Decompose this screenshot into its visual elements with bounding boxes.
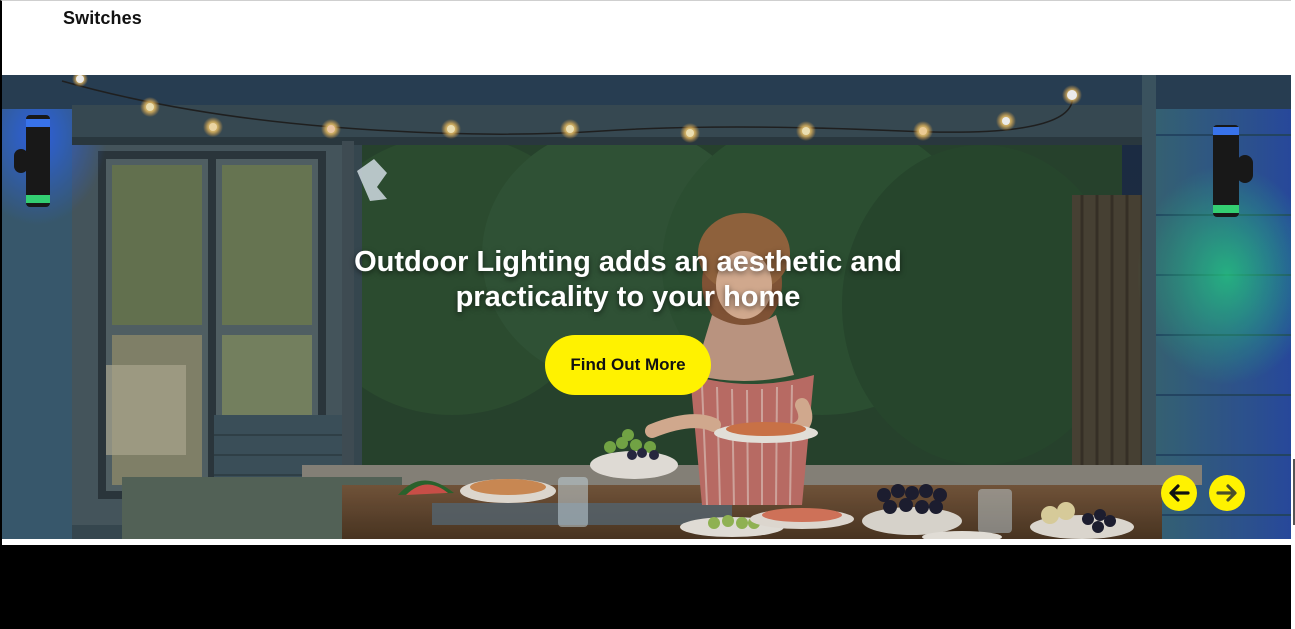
- nav-item-switches[interactable]: Switches: [63, 8, 142, 29]
- hero-headline: Outdoor Lighting adds an aesthetic and p…: [354, 246, 902, 313]
- carousel-prev-button[interactable]: [1161, 475, 1197, 511]
- top-navigation: Switches: [0, 0, 1295, 75]
- arrow-right-icon: [1216, 484, 1237, 502]
- carousel-next-button[interactable]: [1209, 475, 1245, 511]
- scrollbar-track[interactable]: [1291, 0, 1295, 629]
- find-out-more-button[interactable]: Find Out More: [545, 335, 711, 395]
- arrow-left-icon: [1169, 484, 1190, 502]
- hero-carousel: Outdoor Lighting adds an aesthetic and p…: [2, 75, 1291, 539]
- footer-section: [0, 545, 1291, 629]
